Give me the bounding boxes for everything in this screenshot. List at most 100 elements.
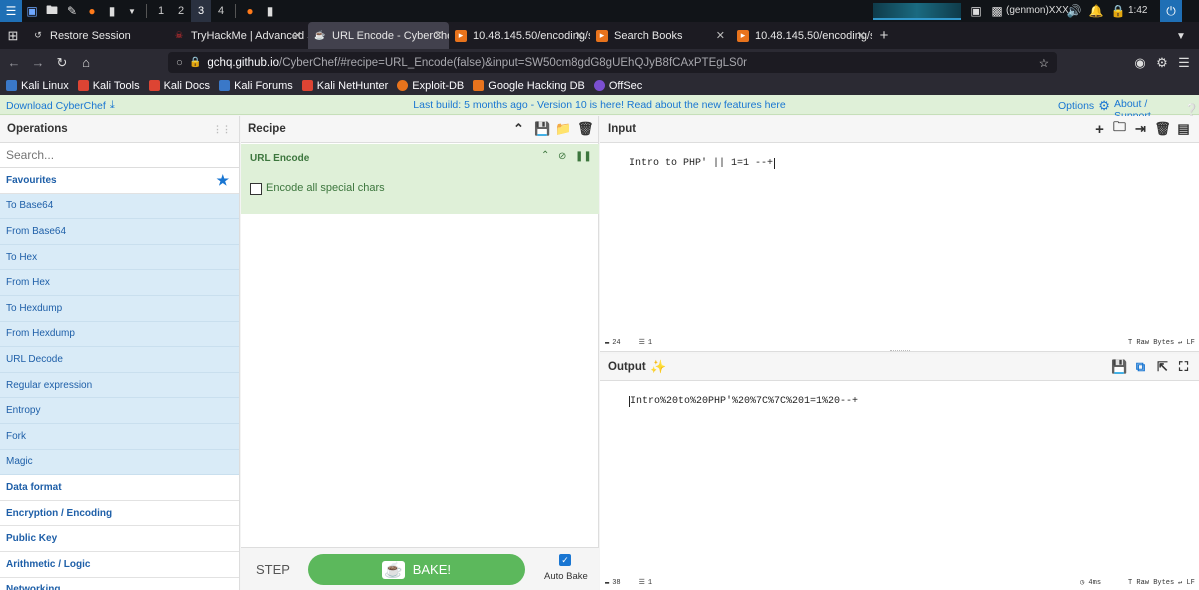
tab-tryhackme[interactable]: ☠ TryHackMe | Advanced SQ ✕	[167, 22, 308, 49]
forward-icon[interactable]: →	[26, 51, 50, 75]
layout-icon[interactable]: ▤	[1173, 119, 1194, 139]
url-bar[interactable]: ○ 🔒 gchq.github.io/CyberChef/#recipe=URL…	[168, 52, 1057, 73]
lock-icon[interactable]: 🔒	[1108, 0, 1128, 22]
bookmark-star-icon[interactable]: ☆	[1039, 56, 1049, 70]
desktop-icon[interactable]: ▣	[22, 0, 42, 22]
workspace-3[interactable]: 3	[191, 0, 211, 22]
bookmark-exploit-db[interactable]: Exploit-DB	[397, 80, 464, 92]
operation-from-hex[interactable]: From Hex	[0, 270, 239, 296]
tab-list-icon[interactable]: ⊞	[0, 22, 26, 49]
maximise-icon[interactable]: ⛶	[1173, 357, 1194, 377]
file-manager-icon[interactable]: 🖿	[42, 0, 62, 22]
chevron-up-icon[interactable]: ⌃	[513, 121, 524, 137]
category-data-format[interactable]: Data format	[0, 475, 239, 501]
home-icon[interactable]: ⌂	[74, 51, 98, 75]
terminal-task-icon[interactable]: ▮	[260, 0, 280, 22]
terminal-icon[interactable]: ▮	[102, 0, 122, 22]
open-file-icon[interactable]: ⇥	[1130, 119, 1151, 139]
bookmark-kali-docs[interactable]: Kali Docs	[148, 80, 210, 92]
search-input[interactable]	[6, 148, 226, 162]
raw-bytes-button[interactable]: T Raw Bytes	[1128, 579, 1174, 587]
display-icon[interactable]: ▣	[966, 0, 986, 22]
tab-restore-session[interactable]: ↺ Restore Session	[26, 22, 167, 49]
extensions-icon[interactable]: ⚙	[1150, 51, 1174, 75]
operation-to-hexdump[interactable]: To Hexdump	[0, 295, 239, 322]
workspace-2[interactable]: 2	[171, 0, 191, 22]
firefox-icon[interactable]: ●	[82, 0, 102, 22]
volume-icon[interactable]: 🔊	[1064, 0, 1084, 22]
open-folder-icon[interactable]: 🗀	[1109, 119, 1130, 139]
add-input-icon[interactable]: +	[1089, 119, 1110, 139]
operation-regular-expression[interactable]: Regular expression	[0, 372, 239, 399]
text-editor-icon[interactable]: ✎	[62, 0, 82, 22]
lock-icon[interactable]: 🔒	[189, 57, 201, 68]
bookmark-google-hacking-db[interactable]: Google Hacking DB	[473, 80, 585, 92]
bookmark-kali-forums[interactable]: Kali Forums	[219, 80, 293, 92]
bookmark-offsec[interactable]: OffSec	[593, 80, 642, 92]
replace-input-icon[interactable]: ⇱	[1152, 357, 1173, 377]
options-link[interactable]: Options ⚙	[1058, 98, 1110, 114]
back-icon[interactable]: ←	[2, 51, 26, 75]
reload-icon[interactable]: ↻	[50, 51, 74, 75]
operation-to-base64[interactable]: To Base64	[0, 193, 239, 220]
bookmark-kali-tools[interactable]: Kali Tools	[77, 80, 140, 92]
category-arithmetic-logic[interactable]: Arithmetic / Logic	[0, 551, 239, 578]
category-public-key[interactable]: Public Key	[0, 526, 239, 552]
operation-magic[interactable]: Magic	[0, 449, 239, 476]
power-icon[interactable]: ⏻	[1160, 0, 1182, 22]
pause-icon[interactable]: ❚❚	[575, 151, 592, 162]
collapse-handle-icon[interactable]: ⋮⋮	[213, 124, 231, 135]
category-networking[interactable]: Networking	[0, 577, 239, 590]
copy-icon[interactable]: ⧉	[1130, 357, 1151, 377]
menu-icon[interactable]: ☰	[1172, 51, 1196, 75]
kali-menu-icon[interactable]: ☰	[0, 0, 22, 22]
notification-icon[interactable]: 🔔	[1086, 0, 1106, 22]
recipe-operation[interactable]: URL Encode ⌃ ⊘ ❚❚ Encode all special cha…	[241, 144, 599, 214]
encode-special-checkbox[interactable]	[250, 183, 262, 195]
raw-bytes-button[interactable]: T Raw Bytes	[1128, 339, 1174, 347]
trash-icon[interactable]: 🗑	[1152, 119, 1173, 139]
step-button[interactable]: STEP	[256, 562, 290, 577]
input-textarea[interactable]: Intro to PHP' || 1=1 --+	[605, 147, 1190, 332]
firefox-task-icon[interactable]: ●	[240, 0, 260, 22]
category-encryption-encoding[interactable]: Encryption / Encoding	[0, 500, 239, 527]
bookmark-kali-linux[interactable]: Kali Linux	[6, 80, 69, 92]
disable-icon[interactable]: ⊘	[558, 151, 566, 162]
eol-button[interactable]: ↵ LF	[1178, 578, 1195, 587]
close-icon[interactable]: ✕	[575, 29, 584, 42]
close-icon[interactable]: ✕	[857, 29, 866, 42]
operation-to-hex[interactable]: To Hex	[0, 244, 239, 271]
auto-bake-checkbox[interactable]: ✓	[559, 554, 571, 566]
save-icon[interactable]: 💾	[534, 121, 550, 137]
operation-from-hexdump[interactable]: From Hexdump	[0, 321, 239, 348]
workspace-1[interactable]: 1	[151, 0, 171, 22]
bake-button[interactable]: ☕ BAKE!	[308, 554, 525, 585]
tab-encoding-1[interactable]: ▸ 10.48.145.50/encoding/se ✕	[449, 22, 590, 49]
operation-fork[interactable]: Fork	[0, 423, 239, 450]
panel-dropdown-icon[interactable]: ▼	[122, 0, 142, 22]
operation-entropy[interactable]: Entropy	[0, 398, 239, 424]
magic-wand-icon[interactable]: ✨	[650, 359, 666, 375]
output-textarea[interactable]: Intro%20to%20PHP'%20%7C%7C%201=1%20--+	[605, 385, 1190, 570]
new-tab-icon[interactable]: +	[872, 22, 896, 49]
eol-button[interactable]: ↵ LF	[1178, 338, 1195, 347]
tab-search-books[interactable]: ▸ Search Books ✕	[590, 22, 731, 49]
download-link[interactable]: Download CyberChef ⤓	[6, 99, 115, 112]
chevron-up-icon[interactable]: ⌃	[541, 150, 549, 161]
operation-from-base64[interactable]: From Base64	[0, 219, 239, 245]
workspace-4[interactable]: 4	[211, 0, 231, 22]
close-icon[interactable]: ✕	[293, 29, 302, 42]
tab-cyberchef[interactable]: ☕ URL Encode - CyberChef ✕	[308, 22, 449, 49]
account-icon[interactable]: ◉	[1128, 51, 1152, 75]
tab-overflow-icon[interactable]: ▼	[1169, 24, 1193, 48]
trash-icon[interactable]: 🗑	[577, 121, 594, 137]
save-icon[interactable]: 💾	[1109, 357, 1130, 377]
bookmark-kali-nethunter[interactable]: Kali NetHunter	[301, 80, 388, 92]
category-favourites[interactable]: Favourites ★	[0, 168, 239, 194]
resize-handle[interactable]	[890, 350, 910, 353]
close-icon[interactable]: ✕	[716, 29, 725, 42]
folder-icon[interactable]: 📁	[555, 121, 571, 137]
banner-message[interactable]: Last build: 5 months ago - Version 10 is…	[0, 99, 1199, 111]
operation-url-decode[interactable]: URL Decode	[0, 347, 239, 373]
shield-icon[interactable]: ○	[176, 57, 183, 69]
